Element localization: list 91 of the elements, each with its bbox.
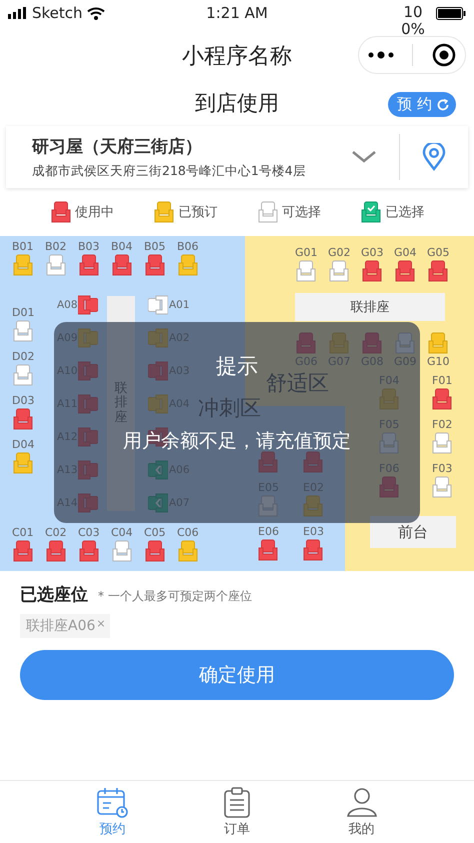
tab-item[interactable]: 预约 [96,781,128,843]
refresh-icon [436,98,450,112]
status-time: 1:21 AM [206,4,268,22]
chip-label: 联排座A06 [26,617,96,635]
battery-icon [436,7,466,20]
seat-number: D03 [12,394,34,407]
location-pin-icon[interactable] [422,143,446,171]
confirm-button[interactable]: 确定使用 [20,650,454,700]
seat-icon[interactable] [13,320,34,342]
booking-note: * 一个人最多可预定两个座位 [98,588,252,605]
legend-label: 使用中 [74,204,114,221]
seat-number: C05 [144,526,166,539]
seat-number: C03 [78,526,100,539]
legend-label: 已预订 [178,204,218,221]
person-icon [346,786,378,818]
seat-icon[interactable] [112,540,132,562]
seat-icon[interactable] [395,260,416,282]
seat-number: E03 [303,525,324,538]
seat-number: G03 [361,246,384,259]
seat-icon[interactable] [432,432,452,454]
legend-label: 已选择 [385,204,424,221]
seat-number: C01 [12,526,34,539]
zone-name: 冲刺区 [198,395,261,422]
seat-icon[interactable] [144,540,165,562]
seat-icon[interactable] [12,540,33,562]
calendar-icon [96,786,128,818]
seat-icon [50,201,72,223]
seat-number: B01 [12,240,34,253]
seat-number: D01 [12,306,34,319]
seat-icon[interactable] [13,364,34,386]
seat-icon[interactable] [78,294,98,316]
seat-number: F02 [432,418,452,431]
seat-number: C04 [111,526,133,539]
dialog-title: 提示 [216,353,258,380]
seat-icon[interactable] [329,260,350,282]
seat-number: F03 [432,462,452,475]
seat-icon[interactable] [148,294,168,316]
seat-number: B05 [144,240,166,253]
seat-number: B03 [78,240,100,253]
seat-icon[interactable] [46,254,66,276]
remove-button[interactable]: × [96,617,106,630]
seat-number: B04 [111,240,133,253]
section-title: 已选座位 [20,584,88,606]
seat-icon[interactable] [78,540,99,562]
booking-button[interactable]: 预 约 [388,92,456,117]
app-title: 小程序名称 [182,43,292,71]
chevron-down-icon[interactable] [351,150,377,164]
carrier-name: Sketch [32,4,83,22]
seat-number: D04 [12,438,34,451]
seat-number: G04 [394,246,417,259]
store-address: 成都市武侯区天府三街218号峰汇中心1号楼4层 [32,162,307,180]
seat-icon[interactable] [296,260,316,282]
seat-number: G01 [295,246,318,259]
seat-icon[interactable] [13,408,34,430]
tab-item[interactable]: 我的 [346,781,378,843]
seat-number: E06 [258,525,279,538]
seat-icon[interactable] [144,254,165,276]
tab-item[interactable]: 订单 [220,781,253,843]
seat-number: G02 [328,246,351,259]
legend-label: 可选择 [282,204,321,221]
seat-icon [360,201,382,223]
seat-number: G05 [427,246,450,259]
seat-number: A08 [57,298,77,312]
wifi-icon [86,6,105,20]
zone-name: 舒适区 [266,370,329,397]
page-heading: 到店使用 [195,90,279,117]
battery-percentage: 100% [400,4,426,38]
store-name: 研习屋（天府三街店） [32,136,203,158]
seat-number: A01 [169,298,189,312]
seat-icon[interactable] [258,539,278,561]
seat-number: C02 [45,526,67,539]
seat-number: F01 [432,374,452,387]
seat-icon[interactable] [428,260,448,282]
seat-icon [153,201,176,223]
seat-icon[interactable] [432,476,452,498]
seat-icon[interactable] [46,540,66,562]
signal-icon [8,7,28,19]
seat-icon[interactable] [362,260,382,282]
seat-number: G10 [427,355,450,368]
seat-icon[interactable] [428,332,448,354]
seat-icon[interactable] [432,388,452,410]
seat-icon [256,201,279,223]
seat-icon[interactable] [78,254,99,276]
seat-icon[interactable] [303,539,324,561]
bench-area: 联排座 [295,293,445,321]
seat-icon[interactable] [112,254,132,276]
more-icon[interactable] [368,51,394,59]
seat-number: B06 [177,240,199,253]
seat-number: C06 [177,526,199,539]
seat-number: B02 [45,240,67,253]
seat-number: D02 [12,350,34,363]
